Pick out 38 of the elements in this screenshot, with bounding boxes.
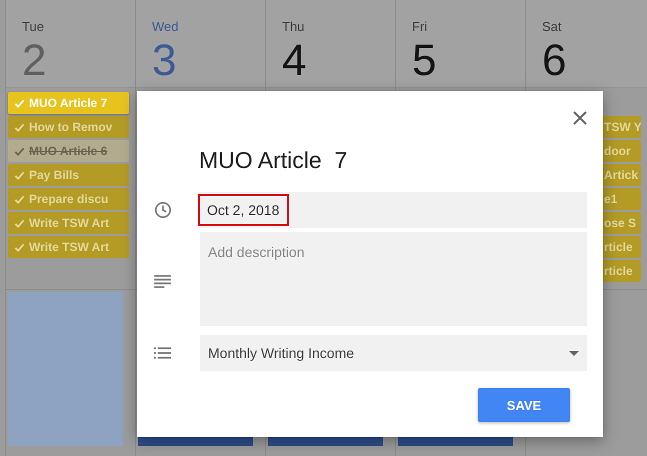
event-block[interactable] <box>8 292 123 446</box>
task-chip[interactable]: How to Remov <box>8 116 129 138</box>
weekday-label: Tue <box>22 19 44 34</box>
close-icon[interactable] <box>573 111 587 125</box>
event-bar[interactable] <box>268 437 383 446</box>
day-number[interactable]: 4 <box>282 38 306 84</box>
weekday-label: Thu <box>282 19 304 34</box>
day-number[interactable]: 5 <box>412 38 436 84</box>
task-chip[interactable]: Write TSW Art <box>8 236 129 258</box>
caret-icon <box>569 350 579 356</box>
check-icon <box>14 98 25 108</box>
description-field[interactable]: Add description <box>200 232 587 326</box>
check-icon <box>14 194 25 204</box>
notes-icon <box>154 275 171 288</box>
date-field[interactable]: Oct 2, 2018 <box>200 192 587 228</box>
weekday-label: Wed <box>152 19 178 34</box>
weekday-label: Fri <box>412 19 428 34</box>
task-chip[interactable]: MUO Article 7 <box>8 92 129 114</box>
clock-icon <box>154 201 172 219</box>
day-number[interactable]: 2 <box>22 38 46 84</box>
save-button[interactable]: SAVE <box>478 388 570 422</box>
event-title: MUO Article 7 <box>199 147 348 174</box>
check-icon <box>14 242 25 252</box>
weekday-label: Sat <box>542 19 562 34</box>
check-icon <box>14 122 25 132</box>
event-bar[interactable] <box>138 437 253 446</box>
day-number[interactable]: 6 <box>542 38 566 84</box>
event-bar[interactable] <box>398 437 513 446</box>
check-icon <box>14 170 25 180</box>
task-chip[interactable]: Prepare discu <box>8 188 129 210</box>
task-chip[interactable]: Pay Bills <box>8 164 129 186</box>
day-number[interactable]: 3 <box>152 38 176 84</box>
task-chip[interactable]: MUO Article 6 <box>8 140 129 162</box>
task-chip[interactable]: Write TSW Art <box>8 212 129 234</box>
check-icon <box>14 146 25 156</box>
check-icon <box>14 218 25 228</box>
list-dropdown[interactable]: Monthly Writing Income <box>200 335 587 371</box>
list-icon <box>154 347 171 359</box>
